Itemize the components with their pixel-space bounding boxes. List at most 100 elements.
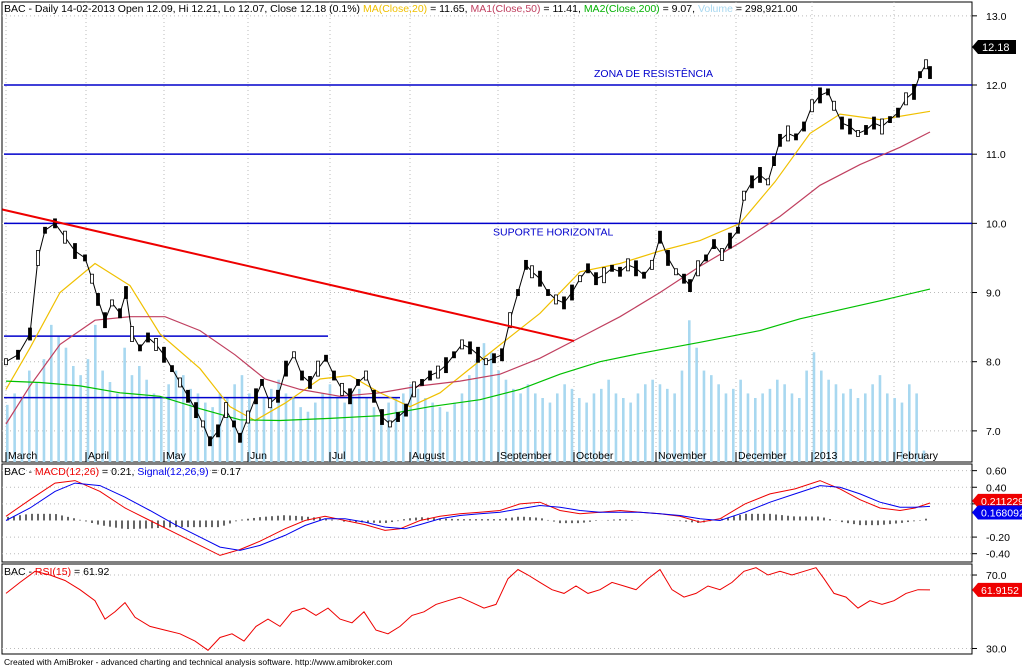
macd-ytick-label: -0.20	[986, 532, 1010, 544]
rsi-title: BAC - RSI(15) = 61.92	[4, 566, 110, 578]
volume-bar	[805, 370, 808, 462]
volume-bar	[688, 320, 691, 462]
price-candle	[696, 260, 700, 277]
last-price-label: 12.18	[982, 42, 1010, 54]
price-candle	[404, 403, 408, 417]
price-candle	[688, 279, 692, 293]
volume-bar	[86, 359, 90, 462]
price-candle	[460, 339, 464, 350]
price-candle	[750, 175, 754, 189]
price-title: BAC - Daily 14-02-2013 Open 12.09, Hi 12…	[4, 3, 798, 15]
volume-bar	[211, 407, 214, 462]
price-candle	[4, 358, 8, 366]
rsi-ytick-label: 30.0	[986, 643, 1007, 655]
volume-bar	[856, 398, 860, 462]
volume-bar	[123, 347, 126, 462]
price-candle	[73, 243, 77, 259]
price-candle	[742, 190, 746, 201]
volume-bar	[644, 384, 647, 462]
price-candle	[224, 402, 228, 419]
volume-bar	[72, 366, 75, 462]
price-candle	[594, 272, 598, 286]
price-candle	[840, 116, 844, 130]
price-panel: 13.0 12.0 11.0 10.0 9.0 8.0 7.0 March April May J…	[1, 1, 1016, 463]
volume-bar	[240, 375, 244, 462]
price-candle	[36, 250, 40, 266]
price-candle	[918, 71, 922, 79]
price-ytick-label: 12.0	[986, 80, 1007, 92]
price-candle	[562, 296, 566, 310]
price-ytick-label: 9.0	[986, 288, 1001, 300]
price-candle	[848, 118, 852, 135]
price-candle	[586, 263, 590, 274]
volume-bar	[724, 393, 728, 462]
macd-ytick-label: -0.40	[986, 549, 1010, 561]
volume-bar	[299, 407, 302, 462]
macd-ytick-label: 0.60	[986, 466, 1007, 478]
price-candle	[103, 312, 107, 329]
price-candle	[83, 254, 87, 262]
price-candle	[554, 294, 558, 305]
x-axis-label: November	[658, 450, 707, 462]
price-candle	[396, 412, 400, 422]
last-price-marker: 12.18	[972, 40, 1016, 54]
price-candle	[372, 389, 376, 403]
price-candle	[208, 436, 212, 447]
volume-bar	[372, 407, 376, 462]
price-candle	[16, 349, 20, 360]
price-candle	[524, 259, 528, 270]
volume-bar	[130, 375, 134, 462]
rsi-ytick-label: 70.0	[986, 570, 1007, 582]
volume-bar	[702, 370, 706, 462]
volume-bar	[453, 402, 456, 462]
volume-bar	[798, 398, 801, 462]
price-candle	[794, 133, 798, 141]
price-candle	[201, 420, 205, 428]
x-axis-label: 2013	[814, 450, 838, 462]
price-candle	[468, 341, 472, 355]
price-candle	[254, 388, 258, 405]
volume-bar	[321, 393, 324, 462]
price-candle	[864, 125, 868, 135]
price-candle	[602, 267, 606, 284]
x-axis-label: April	[88, 450, 109, 462]
price-candle	[642, 271, 646, 279]
volume-bar	[358, 388, 361, 462]
volume-bar	[842, 393, 845, 462]
price-candle	[124, 286, 128, 299]
volume-bar	[636, 393, 640, 462]
price-candle	[818, 87, 822, 104]
volume-bar	[790, 393, 794, 462]
price-candle	[928, 66, 932, 79]
price-candle	[452, 351, 456, 359]
volume-bar	[108, 382, 112, 462]
price-candle	[154, 338, 158, 351]
chart-annotation: ZONA DE RESISTÊNCIA	[594, 67, 713, 80]
volume-bar	[64, 347, 68, 462]
price-candle	[284, 360, 288, 377]
price-candle	[912, 84, 916, 100]
rsi-value-label: 61.9152	[981, 585, 1019, 597]
price-candle	[186, 389, 190, 403]
price-candle	[194, 402, 198, 419]
x-axis-label: December	[738, 450, 787, 462]
price-candle	[246, 410, 250, 424]
price-candle	[484, 358, 488, 366]
price-candle	[728, 232, 732, 249]
x-axis-label: February	[896, 450, 939, 462]
price-candle	[772, 156, 776, 166]
volume-bar	[138, 366, 141, 462]
price-candle	[492, 353, 496, 364]
price-candle	[43, 226, 47, 234]
macd-title: BAC - MACD(12,26) = 0.21, Signal(12,26,9…	[4, 466, 241, 478]
volume-bar	[886, 393, 889, 462]
volume-bar	[490, 352, 493, 462]
volume-bar	[497, 370, 500, 462]
volume-bar	[116, 393, 119, 462]
price-candle	[530, 265, 534, 279]
x-axis-label: September	[500, 450, 552, 462]
price-candle	[904, 92, 908, 106]
volume-bar	[732, 388, 735, 462]
volume-bar	[160, 398, 163, 462]
price-candle	[118, 308, 122, 319]
